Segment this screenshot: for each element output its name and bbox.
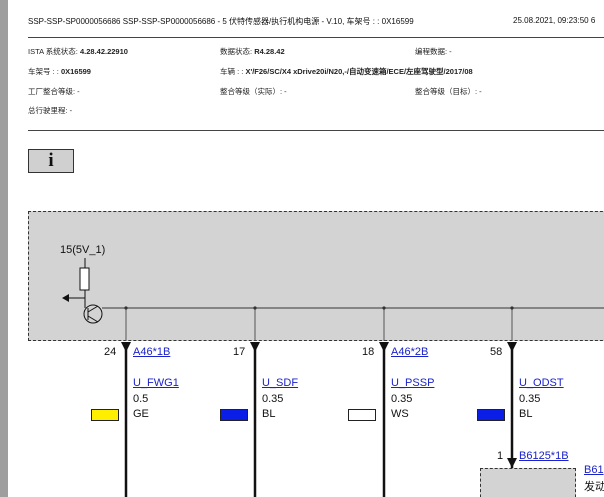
pin-arrow-icon [507,458,517,468]
transistor-icon [83,304,103,324]
wire-color-swatch-1 [91,409,119,421]
wire-color-code-2: BL [262,408,276,420]
connector-link-3[interactable]: A46*2B [391,346,428,358]
wire-color-code-3: WS [391,408,409,420]
wiring-lines [62,258,604,497]
junction-dot [382,306,386,310]
wire-color-swatch-3 [348,409,376,421]
component-link[interactable]: B61 [584,464,604,476]
component-description: 发动 [584,481,604,493]
wire-color-code-1: GE [133,408,149,420]
wiring-document-page: SSP-SSP-SP0000056686 SSP-SSP-SP000005668… [8,0,604,497]
junction-dot [124,306,128,310]
junction-dot [253,306,257,310]
wire-size-4: 0.35 [519,393,541,405]
wire-color-swatch-4 [477,409,505,421]
pin-arrow-icon [379,342,389,352]
pin-arrow-icon [507,342,517,352]
pin-arrow-icon [121,342,131,352]
signal-link-2[interactable]: U_SDF [262,377,298,389]
signal-link-3[interactable]: U_PSSP [391,377,434,389]
pin-number-4: 58 [490,346,503,358]
pin-number-2: 17 [233,346,246,358]
lower-pin-number: 1 [497,450,504,462]
sensor-component-box [480,468,576,497]
wire-size-3: 0.35 [391,393,413,405]
junction-dot [510,306,514,310]
lower-connector-link[interactable]: B6125*1B [519,450,569,462]
pin-number-1: 24 [104,346,117,358]
wire-color-swatch-2 [220,409,248,421]
output-arrow-icon [62,294,69,302]
pin-number-3: 18 [362,346,375,358]
wire-color-code-4: BL [519,408,533,420]
connector-link-1[interactable]: A46*1B [133,346,170,358]
signal-link-4[interactable]: U_ODST [519,377,564,389]
wire-size-1: 0.5 [133,393,149,405]
pin-arrow-icon [250,342,260,352]
transistor-emitter [87,315,99,323]
wire-size-2: 0.35 [262,393,284,405]
transistor-collector [87,305,99,313]
signal-link-1[interactable]: U_FWG1 [133,377,179,389]
supply-resistor [79,267,90,291]
